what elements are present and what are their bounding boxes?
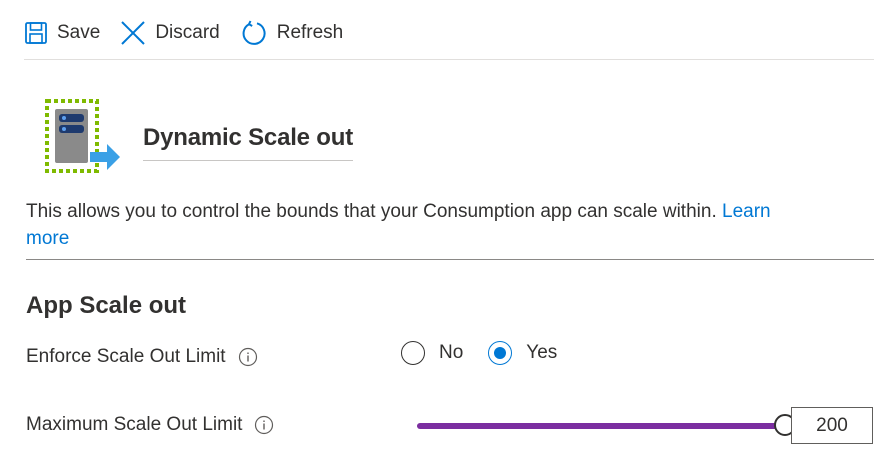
section-title: App Scale out: [26, 292, 187, 319]
max-limit-label-row: Maximum Scale Out Limit: [26, 414, 274, 436]
save-icon: [24, 21, 48, 45]
radio-yes-label: Yes: [526, 342, 558, 363]
command-bar: Save Discard Refresh: [24, 14, 874, 60]
radio-no-circle[interactable]: [401, 341, 425, 365]
page-title: Dynamic Scale out: [143, 124, 353, 161]
discard-label: Discard: [155, 21, 220, 43]
enforce-limit-label: Enforce Scale Out Limit: [26, 346, 226, 367]
scale-out-blade: Save Discard Refresh Dynamic Scale out T…: [0, 0, 893, 464]
refresh-button[interactable]: Refresh: [240, 18, 344, 48]
radio-selected-dot: [494, 347, 507, 359]
close-icon: [120, 20, 146, 46]
section-divider: [26, 259, 874, 260]
refresh-label: Refresh: [276, 21, 344, 43]
discard-button[interactable]: Discard: [120, 18, 220, 48]
info-icon[interactable]: [238, 347, 258, 367]
max-limit-slider[interactable]: [417, 412, 796, 440]
slider-fill: [417, 423, 787, 429]
radio-no-label: No: [439, 342, 464, 363]
scale-out-server-icon: [44, 98, 124, 176]
radio-no[interactable]: No: [401, 341, 463, 365]
enforce-limit-label-row: Enforce Scale Out Limit: [26, 346, 258, 368]
enforce-limit-radio-group: No Yes: [401, 341, 557, 365]
description-text: This allows you to control the bounds th…: [26, 201, 722, 222]
save-label: Save: [57, 21, 101, 43]
save-button[interactable]: Save: [24, 18, 100, 48]
radio-yes-circle[interactable]: [488, 341, 513, 365]
info-icon[interactable]: [254, 415, 274, 435]
radio-yes[interactable]: Yes: [488, 341, 557, 365]
max-limit-label: Maximum Scale Out Limit: [26, 414, 243, 435]
max-limit-input[interactable]: [791, 407, 873, 444]
refresh-icon: [240, 19, 268, 47]
description: This allows you to control the bounds th…: [26, 198, 786, 252]
